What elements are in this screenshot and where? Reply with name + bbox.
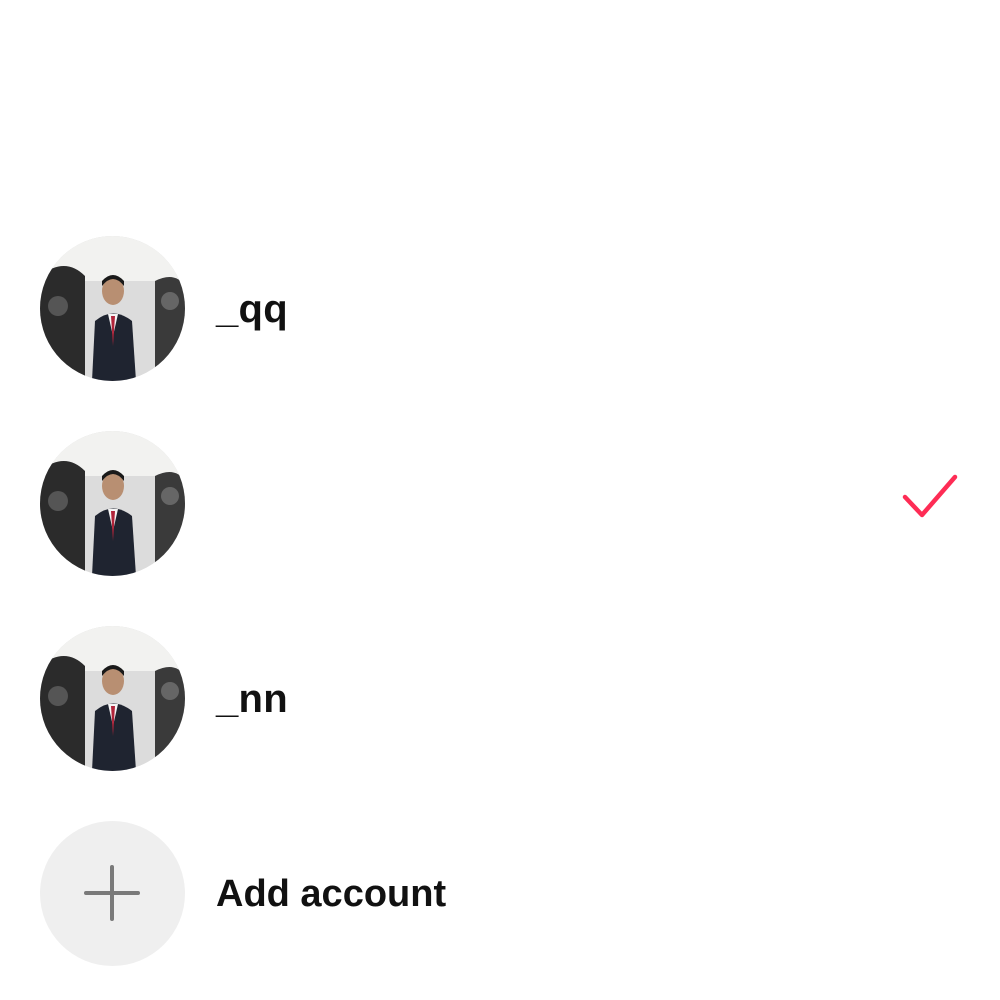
- add-account-label: Add account: [216, 873, 447, 915]
- account-row-qq[interactable]: _qq: [0, 212, 1000, 407]
- account-row-current[interactable]: [0, 407, 1000, 602]
- avatar: [40, 626, 185, 771]
- checkmark-icon: [902, 474, 958, 518]
- username-label: _nn: [216, 677, 289, 721]
- profile-photo: [40, 626, 185, 771]
- account-switcher-screen: _qq _nn Add account: [0, 0, 1000, 1000]
- account-list: _qq _nn: [0, 212, 1000, 797]
- avatar: [40, 236, 185, 381]
- add-account-button[interactable]: Add account: [0, 797, 1000, 992]
- profile-photo: [40, 431, 185, 576]
- profile-photo: [40, 236, 185, 381]
- avatar: [40, 431, 185, 576]
- add-account-circle: [40, 821, 185, 966]
- plus-icon: [84, 865, 140, 921]
- username-label: _qq: [216, 287, 289, 331]
- account-row-nn[interactable]: _nn: [0, 602, 1000, 797]
